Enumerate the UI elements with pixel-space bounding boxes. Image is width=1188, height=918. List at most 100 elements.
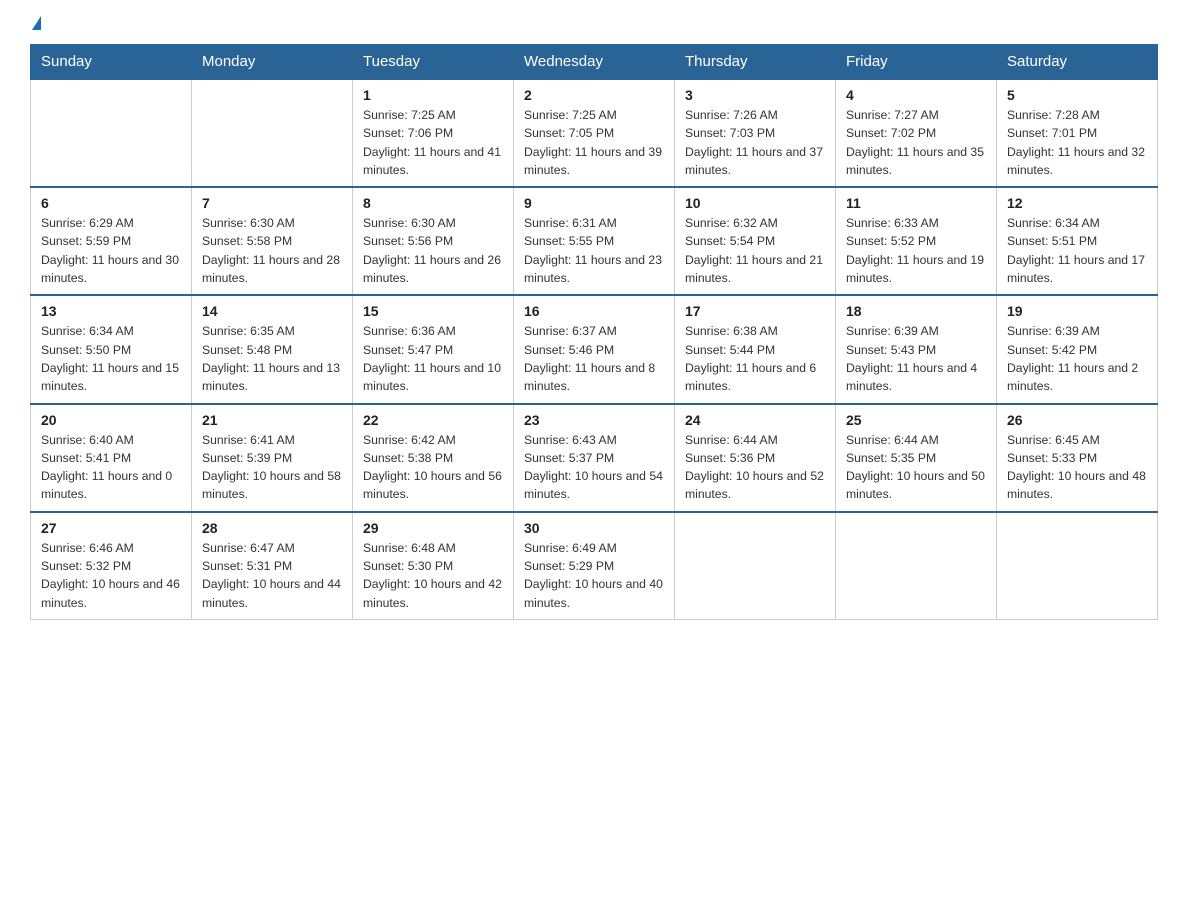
day-info: Sunrise: 6:30 AMSunset: 5:58 PMDaylight:… (202, 214, 342, 287)
day-number: 4 (846, 87, 986, 103)
cell-inner: 21 Sunrise: 6:41 AMSunset: 5:39 PMDayligh… (202, 412, 342, 504)
weekday-header-saturday: Saturday (997, 45, 1158, 80)
day-number: 5 (1007, 87, 1147, 103)
day-number: 11 (846, 195, 986, 211)
cell-inner: 16 Sunrise: 6:37 AMSunset: 5:46 PMDayligh… (524, 303, 664, 395)
day-info: Sunrise: 6:44 AMSunset: 5:35 PMDaylight:… (846, 431, 986, 504)
calendar-cell: 17Sunrise: 6:38 AMSunset: 5:44 PMDayligh… (675, 295, 836, 403)
cell-inner: 24 Sunrise: 6:44 AMSunset: 5:36 PMDayligh… (685, 412, 825, 504)
day-number: 7 (202, 195, 342, 211)
calendar-cell: 24 Sunrise: 6:44 AMSunset: 5:36 PMDayligh… (675, 404, 836, 512)
calendar-cell: 9 Sunrise: 6:31 AMSunset: 5:55 PMDaylight… (514, 187, 675, 295)
day-info: Sunrise: 7:25 AMSunset: 7:05 PMDaylight:… (524, 106, 664, 179)
day-info: Sunrise: 6:47 AMSunset: 5:31 PMDaylight:… (202, 539, 342, 612)
calendar-cell: 7 Sunrise: 6:30 AMSunset: 5:58 PMDaylight… (192, 187, 353, 295)
day-info: Sunrise: 6:32 AMSunset: 5:54 PMDaylight:… (685, 214, 825, 287)
logo-triangle-icon (32, 16, 41, 30)
week-row-3: 13 Sunrise: 6:34 AMSunset: 5:50 PMDayligh… (31, 295, 1158, 403)
day-info: Sunrise: 6:33 AMSunset: 5:52 PMDaylight:… (846, 214, 986, 287)
day-info: Sunrise: 6:35 AMSunset: 5:48 PMDaylight:… (202, 322, 342, 395)
day-number: 1 (363, 87, 503, 103)
cell-inner: 23Sunrise: 6:43 AMSunset: 5:37 PMDayligh… (524, 412, 664, 504)
cell-inner: 13 Sunrise: 6:34 AMSunset: 5:50 PMDayligh… (41, 303, 181, 395)
cell-inner: 11 Sunrise: 6:33 AMSunset: 5:52 PMDayligh… (846, 195, 986, 287)
day-info: Sunrise: 6:49 AMSunset: 5:29 PMDaylight:… (524, 539, 664, 612)
weekday-header-monday: Monday (192, 45, 353, 80)
day-info: Sunrise: 7:25 AMSunset: 7:06 PMDaylight:… (363, 106, 503, 179)
cell-inner: 15Sunrise: 6:36 AMSunset: 5:47 PMDayligh… (363, 303, 503, 395)
day-info: Sunrise: 6:41 AMSunset: 5:39 PMDaylight:… (202, 431, 342, 504)
cell-inner: 29Sunrise: 6:48 AMSunset: 5:30 PMDayligh… (363, 520, 503, 612)
day-number: 6 (41, 195, 181, 211)
logo (30, 20, 41, 34)
day-number: 30 (524, 520, 664, 536)
day-number: 16 (524, 303, 664, 319)
day-number: 19 (1007, 303, 1147, 319)
calendar-cell: 15Sunrise: 6:36 AMSunset: 5:47 PMDayligh… (353, 295, 514, 403)
day-number: 24 (685, 412, 825, 428)
day-info: Sunrise: 6:39 AMSunset: 5:42 PMDaylight:… (1007, 322, 1147, 395)
day-info: Sunrise: 6:46 AMSunset: 5:32 PMDaylight:… (41, 539, 181, 612)
cell-inner: 18Sunrise: 6:39 AMSunset: 5:43 PMDayligh… (846, 303, 986, 395)
day-info: Sunrise: 7:26 AMSunset: 7:03 PMDaylight:… (685, 106, 825, 179)
cell-inner: 25Sunrise: 6:44 AMSunset: 5:35 PMDayligh… (846, 412, 986, 504)
weekday-header-row: SundayMondayTuesdayWednesdayThursdayFrid… (31, 45, 1158, 80)
day-info: Sunrise: 6:48 AMSunset: 5:30 PMDaylight:… (363, 539, 503, 612)
cell-inner: 20Sunrise: 6:40 AMSunset: 5:41 PMDayligh… (41, 412, 181, 504)
calendar-cell: 16 Sunrise: 6:37 AMSunset: 5:46 PMDayligh… (514, 295, 675, 403)
day-number: 21 (202, 412, 342, 428)
day-info: Sunrise: 6:36 AMSunset: 5:47 PMDaylight:… (363, 322, 503, 395)
cell-inner: 7 Sunrise: 6:30 AMSunset: 5:58 PMDaylight… (202, 195, 342, 287)
calendar-cell: 21 Sunrise: 6:41 AMSunset: 5:39 PMDayligh… (192, 404, 353, 512)
day-number: 9 (524, 195, 664, 211)
day-info: Sunrise: 6:34 AMSunset: 5:50 PMDaylight:… (41, 322, 181, 395)
cell-inner: 2Sunrise: 7:25 AMSunset: 7:05 PMDaylight… (524, 87, 664, 179)
cell-inner: 26Sunrise: 6:45 AMSunset: 5:33 PMDayligh… (1007, 412, 1147, 504)
day-number: 13 (41, 303, 181, 319)
cell-inner: 9 Sunrise: 6:31 AMSunset: 5:55 PMDaylight… (524, 195, 664, 287)
day-number: 27 (41, 520, 181, 536)
day-info: Sunrise: 6:34 AMSunset: 5:51 PMDaylight:… (1007, 214, 1147, 287)
page-header (30, 20, 1158, 34)
day-number: 26 (1007, 412, 1147, 428)
calendar-cell: 8Sunrise: 6:30 AMSunset: 5:56 PMDaylight… (353, 187, 514, 295)
calendar-cell: 26Sunrise: 6:45 AMSunset: 5:33 PMDayligh… (997, 404, 1158, 512)
day-info: Sunrise: 6:31 AMSunset: 5:55 PMDaylight:… (524, 214, 664, 287)
calendar-cell: 6 Sunrise: 6:29 AMSunset: 5:59 PMDaylight… (31, 187, 192, 295)
day-number: 14 (202, 303, 342, 319)
day-number: 28 (202, 520, 342, 536)
cell-inner: 30 Sunrise: 6:49 AMSunset: 5:29 PMDayligh… (524, 520, 664, 612)
calendar-cell (192, 79, 353, 187)
cell-inner: 3Sunrise: 7:26 AMSunset: 7:03 PMDaylight… (685, 87, 825, 179)
day-info: Sunrise: 6:37 AMSunset: 5:46 PMDaylight:… (524, 322, 664, 395)
calendar-cell: 4Sunrise: 7:27 AMSunset: 7:02 PMDaylight… (836, 79, 997, 187)
day-info: Sunrise: 6:29 AMSunset: 5:59 PMDaylight:… (41, 214, 181, 287)
calendar-cell: 2Sunrise: 7:25 AMSunset: 7:05 PMDaylight… (514, 79, 675, 187)
day-info: Sunrise: 6:43 AMSunset: 5:37 PMDaylight:… (524, 431, 664, 504)
calendar-cell: 12Sunrise: 6:34 AMSunset: 5:51 PMDayligh… (997, 187, 1158, 295)
day-info: Sunrise: 6:30 AMSunset: 5:56 PMDaylight:… (363, 214, 503, 287)
calendar-cell: 1 Sunrise: 7:25 AMSunset: 7:06 PMDaylight… (353, 79, 514, 187)
week-row-1: 1 Sunrise: 7:25 AMSunset: 7:06 PMDaylight… (31, 79, 1158, 187)
week-row-5: 27 Sunrise: 6:46 AMSunset: 5:32 PMDayligh… (31, 512, 1158, 620)
calendar-table: SundayMondayTuesdayWednesdayThursdayFrid… (30, 44, 1158, 620)
day-info: Sunrise: 6:44 AMSunset: 5:36 PMDaylight:… (685, 431, 825, 504)
calendar-cell: 14 Sunrise: 6:35 AMSunset: 5:48 PMDayligh… (192, 295, 353, 403)
cell-inner: 4Sunrise: 7:27 AMSunset: 7:02 PMDaylight… (846, 87, 986, 179)
calendar-cell: 28 Sunrise: 6:47 AMSunset: 5:31 PMDayligh… (192, 512, 353, 620)
calendar-cell: 20Sunrise: 6:40 AMSunset: 5:41 PMDayligh… (31, 404, 192, 512)
calendar-cell: 23Sunrise: 6:43 AMSunset: 5:37 PMDayligh… (514, 404, 675, 512)
cell-inner: 14 Sunrise: 6:35 AMSunset: 5:48 PMDayligh… (202, 303, 342, 395)
calendar-cell: 13 Sunrise: 6:34 AMSunset: 5:50 PMDayligh… (31, 295, 192, 403)
calendar-cell: 29Sunrise: 6:48 AMSunset: 5:30 PMDayligh… (353, 512, 514, 620)
day-info: Sunrise: 7:28 AMSunset: 7:01 PMDaylight:… (1007, 106, 1147, 179)
calendar-cell: 19 Sunrise: 6:39 AMSunset: 5:42 PMDayligh… (997, 295, 1158, 403)
calendar-cell: 5 Sunrise: 7:28 AMSunset: 7:01 PMDaylight… (997, 79, 1158, 187)
calendar-cell (997, 512, 1158, 620)
day-info: Sunrise: 6:42 AMSunset: 5:38 PMDaylight:… (363, 431, 503, 504)
calendar-cell: 10Sunrise: 6:32 AMSunset: 5:54 PMDayligh… (675, 187, 836, 295)
cell-inner: 28 Sunrise: 6:47 AMSunset: 5:31 PMDayligh… (202, 520, 342, 612)
day-number: 18 (846, 303, 986, 319)
calendar-cell (675, 512, 836, 620)
day-number: 22 (363, 412, 503, 428)
